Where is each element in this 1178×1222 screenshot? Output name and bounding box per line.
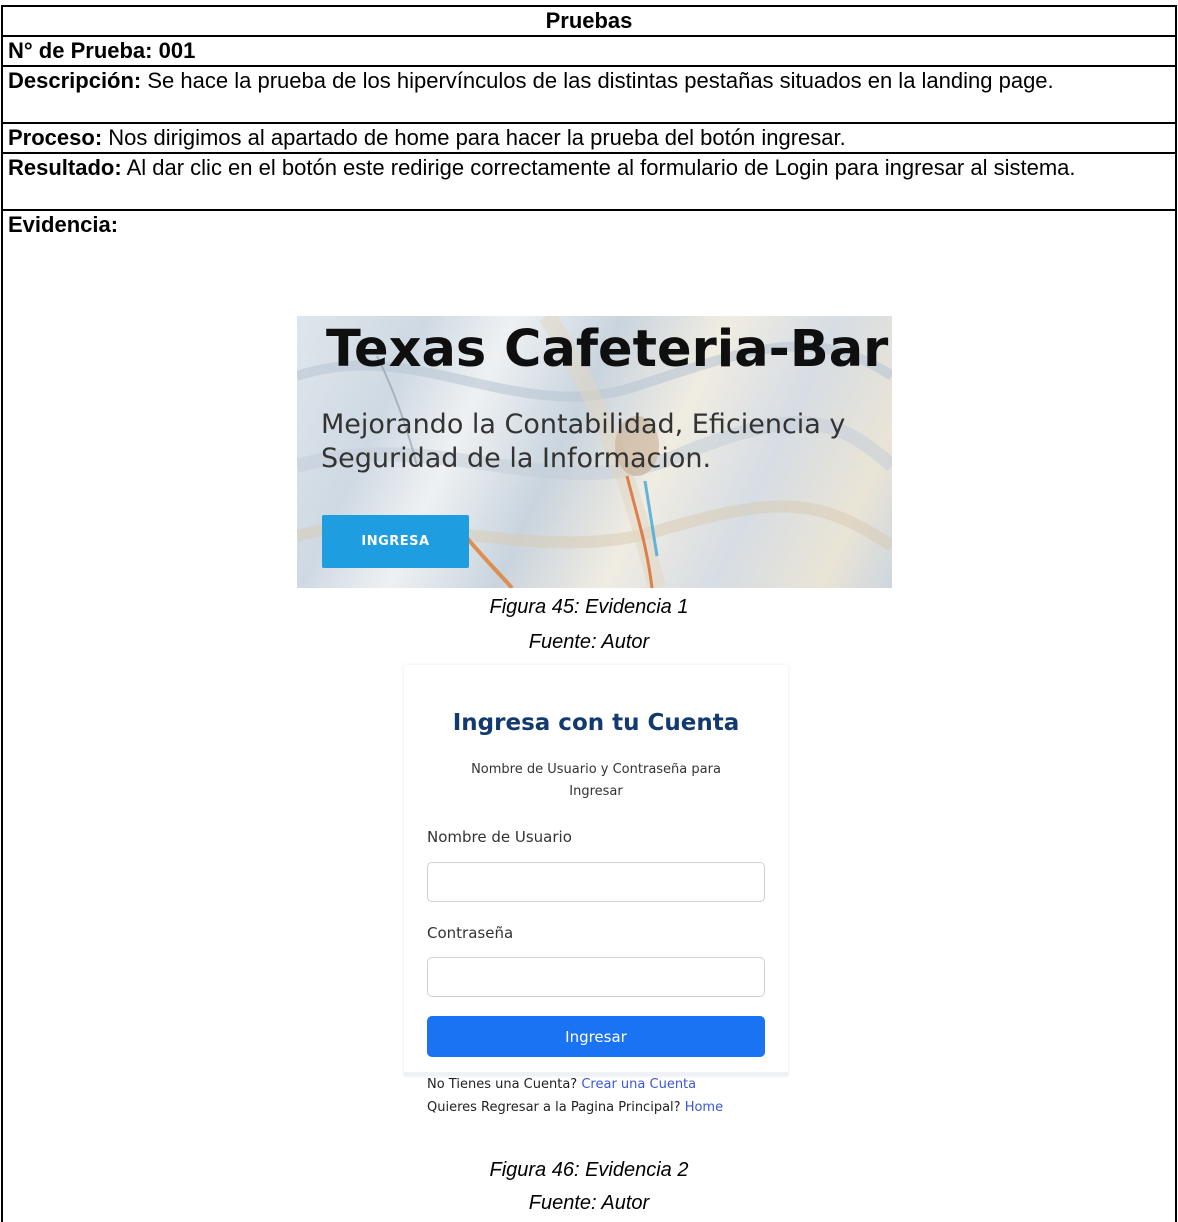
ingresar-button[interactable]: Ingresar bbox=[427, 1016, 765, 1057]
process-text: Nos dirigimos al apartado de home para h… bbox=[102, 125, 846, 150]
process-label: Proceso: bbox=[8, 125, 103, 150]
hero-subtitle-line1: Mejorando la Contabilidad, Eficiencia y bbox=[321, 409, 846, 440]
no-account-line: No Tienes una Cuenta? Crear una Cuenta bbox=[427, 1077, 696, 1092]
username-input[interactable] bbox=[427, 862, 765, 902]
ingresa-button[interactable]: INGRESA bbox=[322, 515, 469, 568]
evidence-label: Evidencia: bbox=[8, 212, 119, 237]
username-label: Nombre de Usuario bbox=[427, 828, 572, 846]
back-home-line: Quieres Regresar a la Pagina Principal? … bbox=[427, 1100, 723, 1115]
table-title: Pruebas bbox=[3, 7, 1175, 37]
figure2-caption: Figura 46: Evidencia 2 bbox=[489, 1159, 689, 1181]
figure2-source: Fuente: Autor bbox=[528, 1192, 650, 1214]
hero-subtitle-line2: Seguridad de la Informacion. bbox=[321, 443, 712, 474]
result-label: Resultado: bbox=[8, 155, 122, 180]
login-subtitle: Nombre de Usuario y Contraseña para Ingr… bbox=[471, 762, 721, 799]
description-text: Se hace la prueba de los hipervínculos d… bbox=[141, 68, 1054, 93]
process-row: Proceso: Nos dirigimos al apartado de ho… bbox=[3, 124, 1175, 154]
hero-title: Texas Cafeteria-Bar bbox=[326, 320, 889, 379]
landing-hero-screenshot: Texas Cafeteria-Bar Mejorando la Contabi… bbox=[297, 316, 892, 588]
figure1-source: Fuente: Autor bbox=[528, 631, 650, 653]
password-input[interactable] bbox=[427, 957, 765, 997]
description-label: Descripción: bbox=[8, 68, 142, 93]
description-row: Descripción: Se hace la prueba de los hi… bbox=[3, 67, 1175, 124]
test-number: N° de Prueba: 001 bbox=[3, 37, 1175, 67]
result-text: Al dar clic en el botón este redirige co… bbox=[121, 155, 1076, 180]
login-title: Ingresa con tu Cuenta bbox=[452, 710, 740, 736]
hero-subtitle: Mejorando la Contabilidad, Eficiencia y … bbox=[321, 408, 881, 476]
back-text: Quieres Regresar a la Pagina Principal? bbox=[427, 1100, 685, 1115]
figure1-caption: Figura 45: Evidencia 1 bbox=[489, 596, 689, 618]
result-row: Resultado: Al dar clic en el botón este … bbox=[3, 154, 1175, 211]
password-label: Contraseña bbox=[427, 924, 514, 942]
create-account-link[interactable]: Crear una Cuenta bbox=[581, 1077, 696, 1092]
no-account-text: No Tienes una Cuenta? bbox=[427, 1077, 582, 1092]
login-form-screenshot: Ingresa con tu Cuenta Nombre de Usuario … bbox=[404, 665, 788, 1115]
home-link[interactable]: Home bbox=[685, 1100, 723, 1115]
